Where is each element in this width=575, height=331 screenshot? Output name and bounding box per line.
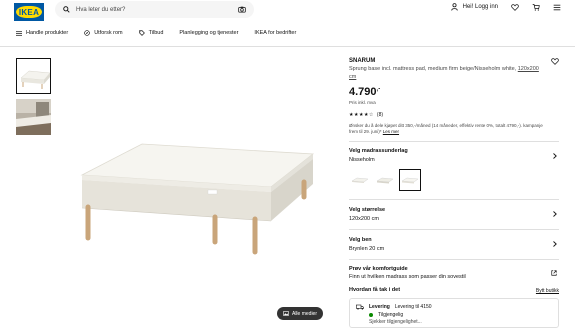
divider <box>0 46 575 47</box>
option-mattress-pad[interactable]: Velg madrassunderlag Nisseholm <box>349 141 559 199</box>
option-value: Nisseholm <box>349 157 375 163</box>
swatch-option[interactable] <box>374 169 396 191</box>
chevron-right-icon <box>553 153 557 159</box>
option-title: Prøv vår komfortguide <box>349 266 408 272</box>
swatch-option-selected[interactable] <box>399 169 421 191</box>
finance-read-more-link[interactable]: Les mer <box>383 129 399 134</box>
option-title: Velg madrassunderlag <box>349 148 408 154</box>
option-value: Finn ut hvilken madrass som passer din s… <box>349 274 466 280</box>
finance-text: Ønsker du å dele kjøpet ditt 350,-/måned… <box>349 123 543 134</box>
rating-count: (8) <box>376 112 384 118</box>
bed-thumbnail-image <box>17 59 50 93</box>
nav-item-ikea-business[interactable]: IKEA for bedrifter <box>254 30 296 36</box>
search-input[interactable]: Hva leter du etter? <box>55 1 254 18</box>
nav-item-planning-services[interactable]: Planlegging og tjenester <box>179 30 238 36</box>
nav-label: Tilbud <box>148 30 164 36</box>
cart-icon[interactable] <box>532 3 540 11</box>
option-value: Brynlen 20 cm <box>349 246 385 252</box>
delivery-option[interactable]: Levering Levering til 4150 Tilgjengelig … <box>349 298 559 328</box>
nav-label: Planlegging og tjenester <box>179 30 239 36</box>
gallery-icon <box>282 311 289 316</box>
chevron-right-icon <box>553 211 557 217</box>
menu-icon <box>16 30 22 36</box>
chevron-right-icon <box>553 241 557 247</box>
option-size[interactable]: Velg størrelse 120x200 cm <box>349 199 559 229</box>
logo-text: IKEA <box>18 7 40 17</box>
ikea-logo[interactable]: IKEA <box>14 3 44 21</box>
heart-icon[interactable] <box>511 3 519 11</box>
all-media-button[interactable]: Alle medier <box>277 307 323 320</box>
nav-label: Utforsk rom <box>94 30 123 36</box>
bed-image <box>80 143 315 255</box>
delivery-heading: Hvordan få tak i det <box>349 287 401 293</box>
login-button[interactable]: Hei! Logg inn <box>450 3 498 11</box>
camera-icon[interactable] <box>238 6 246 13</box>
rooms-icon <box>84 30 90 36</box>
option-title: Velg ben <box>349 237 372 243</box>
favourite-heart-icon[interactable] <box>551 58 559 65</box>
nav-item-explore-rooms[interactable]: Utforsk rom <box>84 30 123 36</box>
external-link-icon <box>551 270 557 276</box>
delivery-detail: Levering til 4150 <box>394 304 432 310</box>
user-icon <box>450 3 458 11</box>
search-icon <box>63 6 70 13</box>
swatch-option[interactable] <box>349 169 371 191</box>
thumbnail-room[interactable] <box>16 99 51 135</box>
thumbnail-product[interactable] <box>16 58 51 94</box>
nav-item-offers[interactable]: Tilbud <box>138 30 164 36</box>
tag-icon <box>138 30 145 36</box>
product-main-image[interactable] <box>68 58 330 326</box>
all-media-label: Alle medier <box>291 310 317 317</box>
comfort-guide-link[interactable]: Prøv vår komfortguide Finn ut hvilken ma… <box>349 259 559 285</box>
availability-dot <box>369 313 373 317</box>
search-placeholder: Hva leter du etter? <box>76 6 126 13</box>
availability-status: Tilgjengelig <box>378 312 404 318</box>
option-title: Velg størrelse <box>349 207 386 213</box>
delivery-title: Levering <box>369 304 390 310</box>
change-store-link[interactable]: Bytt butikk <box>536 288 559 294</box>
price-note: Pris inkl. mva <box>349 100 376 105</box>
bedroom-thumbnail-image <box>16 99 51 135</box>
pad-swatches <box>349 169 559 191</box>
product-name: SNARUM <box>349 58 376 64</box>
menu-icon[interactable] <box>553 4 561 11</box>
main-nav: Handle produkter Utforsk rom Tilbud Plan… <box>0 26 575 40</box>
site-header: IKEA Hva leter du etter? Hei! Logg inn <box>0 0 575 24</box>
rating[interactable]: ★★★★☆ (8) <box>349 112 559 118</box>
product-info: SNARUM Sprung base incl. mattress pad, m… <box>349 58 559 135</box>
login-label: Hei! Logg inn <box>462 4 498 10</box>
nav-label: IKEA for bedrifter <box>254 30 297 36</box>
nav-label: Handle produkter <box>26 30 69 36</box>
option-legs[interactable]: Velg ben Brynlen 20 cm <box>349 229 559 259</box>
rating-stars: ★★★★☆ <box>349 112 374 118</box>
truck-icon <box>356 304 364 310</box>
availability-check: Sjekker tilgjengelighet... <box>369 319 422 325</box>
nav-item-shop-products[interactable]: Handle produkter <box>16 30 68 36</box>
product-description: Sprung base incl. mattress pad, medium f… <box>349 66 517 72</box>
option-value: 120x200 cm <box>349 216 379 222</box>
product-price: 4.790,- <box>349 86 381 98</box>
